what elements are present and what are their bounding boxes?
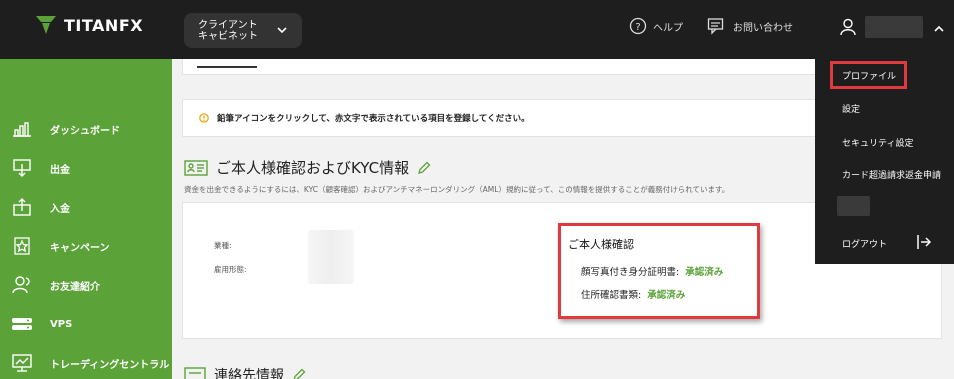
sidebar-item-campaign[interactable]: キャンペーン (0, 231, 172, 261)
star-badge-icon (10, 235, 34, 257)
contact-section-header: 連絡先情報 (184, 365, 306, 379)
warning-icon (199, 113, 209, 123)
employment-status-label: 雇用形態: (214, 265, 247, 274)
user-menu-toggle[interactable] (815, 0, 954, 59)
svg-text:?: ? (635, 22, 640, 33)
contact-section-title: 連絡先情報 (214, 368, 284, 379)
kyc-description: 資金を出金できるようにするには、KYC（顧客確認）およびアンチマネーロンダリング… (184, 185, 730, 194)
identity-verification-title: ご本人様確認 (568, 238, 634, 251)
help-label: ヘルプ (653, 22, 683, 34)
sidebar-item-referral[interactable]: お友達紹介 (0, 270, 172, 300)
id-card-icon (184, 159, 208, 176)
contact-label: お問い合わせ (733, 22, 793, 34)
divider (197, 66, 257, 68)
contact-link[interactable]: お問い合わせ (707, 17, 793, 35)
bar-chart-icon (10, 118, 34, 140)
sidebar-item-vps[interactable]: VPS (0, 309, 172, 339)
top-bar: TITANFX クライアント キャビネット ? ヘルプ お問い合わせ (0, 0, 954, 59)
logout-icon[interactable] (916, 233, 932, 251)
photo-id-status: 承認済み (685, 267, 724, 278)
logo-mark-icon (36, 16, 56, 34)
edit-pencil-icon[interactable] (292, 368, 306, 379)
kyc-section-title: ご本人様確認およびKYC情報 (216, 159, 410, 177)
sidebar: ダッシュボード 出金 入金 キャンペーン お友達紹介 VPS トレーディングセン… (0, 59, 172, 379)
address-proof-row: 住所確認書類: 承認済み (581, 287, 685, 301)
user-icon (840, 18, 856, 36)
monitor-icon (10, 352, 34, 374)
chevron-up-icon (934, 25, 944, 32)
sidebar-item-deposit[interactable]: 入金 (0, 192, 172, 222)
redacted-menu-item (837, 196, 870, 216)
client-cabinet-dropdown[interactable]: クライアント キャビネット (184, 13, 302, 48)
address-proof-label: 住所確認書類: (581, 290, 642, 301)
sidebar-item-dashboard[interactable]: ダッシュボード (0, 114, 172, 144)
titanfx-logo[interactable]: TITANFX (34, 14, 143, 36)
menu-item-security-settings[interactable]: セキュリティ設定 (842, 136, 913, 149)
redacted-username (865, 16, 923, 38)
sidebar-item-trading-central[interactable]: トレーディングセントラル (0, 348, 172, 378)
server-icon (10, 313, 34, 335)
menu-item-profile[interactable]: プロファイル (842, 69, 896, 82)
sidebar-item-label: ダッシュボード (50, 125, 120, 137)
kyc-section-header: ご本人様確認およびKYC情報 (184, 157, 431, 178)
sidebar-item-label: 入金 (50, 203, 70, 215)
sidebar-item-label: キャンペーン (50, 242, 110, 254)
menu-item-settings[interactable]: 設定 (842, 102, 860, 115)
sidebar-item-label: トレーディングセントラル (50, 359, 170, 371)
redacted-values (308, 230, 354, 284)
withdraw-icon (10, 157, 34, 179)
help-icon: ? (629, 17, 647, 35)
photo-id-row: 顔写真付き身分証明書: 承認済み (581, 264, 723, 278)
industry-label: 業種: (214, 241, 232, 250)
people-icon (10, 274, 34, 296)
menu-item-logout[interactable]: ログアウト (842, 237, 887, 250)
contact-card-icon (184, 367, 206, 379)
edit-pencil-icon[interactable] (417, 161, 431, 175)
client-cabinet-label: クライアント キャビネット (198, 19, 258, 42)
photo-id-label: 顔写真付き身分証明書: (581, 267, 680, 278)
sidebar-item-label: お友達紹介 (50, 281, 100, 293)
help-link[interactable]: ? ヘルプ (629, 17, 683, 35)
sidebar-item-label: VPS (50, 318, 73, 330)
address-proof-status: 承認済み (647, 290, 686, 301)
chat-icon (707, 18, 724, 35)
identity-verification-box: ご本人様確認 顔写真付き身分証明書: 承認済み 住所確認書類: 承認済み (558, 223, 760, 319)
sidebar-item-label: 出金 (50, 164, 70, 176)
notice-text: 鉛筆アイコンをクリックして、赤文字で表示されている項目を登録してください。 (217, 114, 530, 124)
sidebar-item-withdraw[interactable]: 出金 (0, 153, 172, 183)
chevron-down-icon (277, 27, 287, 34)
logo-text: TITANFX (64, 15, 144, 35)
deposit-icon (10, 196, 34, 218)
menu-item-card-refund[interactable]: カード超過請求返金申請 (842, 168, 941, 181)
user-dropdown-menu: プロファイル 設定 セキュリティ設定 カード超過請求返金申請 ログアウト (815, 59, 954, 264)
